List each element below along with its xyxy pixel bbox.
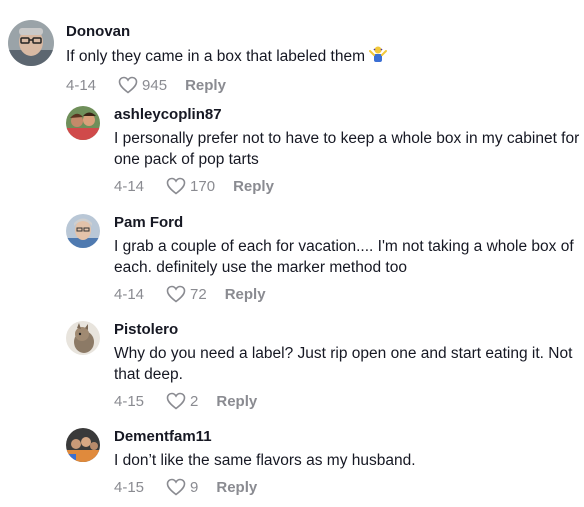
reply-button[interactable]: Reply [233,178,274,195]
reply-button[interactable]: Reply [216,393,257,410]
heart-icon [166,478,186,496]
avatar[interactable] [66,214,100,248]
like-button[interactable]: 945 [118,76,167,94]
comment-body: Pam Ford I grab a couple of each for vac… [114,210,580,304]
reply-button[interactable]: Reply [225,286,266,303]
like-button[interactable]: 9 [166,478,198,496]
comment-date: 4-14 [114,177,145,195]
heart-icon [166,392,186,410]
heart-icon [118,76,138,94]
like-count: 945 [142,76,168,94]
comment-text: I grab a couple of each for vacation....… [114,238,574,276]
comment-meta: 4-14 170 Reply [114,176,580,196]
like-button[interactable]: 170 [166,177,215,195]
like-count: 2 [190,392,199,410]
username[interactable]: Donovan [66,23,580,41]
comment-date: 4-15 [114,478,145,496]
person-shrugging-emoji-icon [368,45,387,69]
comment-text: If only they came in a box that labeled … [66,45,580,69]
avatar[interactable] [66,428,100,462]
heart-icon [166,285,186,303]
like-button[interactable]: 2 [166,392,198,410]
comment-date: 4-14 [66,76,97,94]
heart-icon [166,177,186,195]
comment-body: Dementfam11 I don’t like the same flavor… [114,424,580,497]
like-count: 170 [190,177,216,195]
comment-date: 4-15 [114,392,145,410]
avatar[interactable] [8,20,54,66]
comment-meta: 4-15 9 Reply [114,477,580,497]
avatar[interactable] [66,106,100,140]
like-count: 9 [190,478,199,496]
comment-date: 4-14 [114,285,145,303]
reply-button[interactable]: Reply [216,479,257,496]
reply-button[interactable]: Reply [185,77,226,94]
comment-body: Pistolero Why do you need a label? Just … [114,317,580,411]
avatar[interactable] [66,321,100,355]
username[interactable]: Dementfam11 [114,428,580,446]
comment-text: I don’t like the same flavors as my husb… [114,452,416,469]
comment-meta: 4-14 945 Reply [66,75,580,95]
username[interactable]: ashleycoplin87 [114,106,580,124]
comment-body: ashleycoplin87 I personally prefer not t… [114,102,580,196]
comment-meta: 4-15 2 Reply [114,391,580,411]
comment-body: Donovan If only they came in a box that … [66,18,580,95]
comment-text: Why do you need a label? Just rip open o… [114,345,573,383]
username[interactable]: Pam Ford [114,214,580,232]
username[interactable]: Pistolero [114,321,580,339]
like-button[interactable]: 72 [166,285,207,303]
like-count: 72 [190,285,207,303]
comment-meta: 4-14 72 Reply [114,284,580,304]
comment-text-content: If only they came in a box that labeled … [66,48,365,65]
comment-text: I personally prefer not to have to keep … [114,130,580,168]
